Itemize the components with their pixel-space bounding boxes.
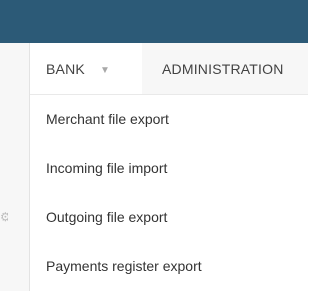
menu-item-merchant-file-export[interactable]: Merchant file export xyxy=(30,95,308,144)
menu-item-outgoing-file-export[interactable]: Outgoing file export xyxy=(30,193,308,242)
left-sidebar: ⚙ xyxy=(0,43,30,291)
menu-item-incoming-file-import[interactable]: Incoming file import xyxy=(30,144,308,193)
bank-dropdown-menu: Merchant file export Incoming file impor… xyxy=(30,95,308,291)
nav-administration-menu[interactable]: ADMINISTRATION xyxy=(162,43,284,94)
main-navigation: BANK ▼ ADMINISTRATION xyxy=(30,43,308,95)
app-window: ⚙ BANK ▼ ADMINISTRATION Merchant file ex… xyxy=(0,0,308,291)
nav-bank-menu[interactable]: BANK ▼ xyxy=(30,43,142,94)
chevron-down-icon: ▼ xyxy=(100,65,111,76)
menu-item-payments-register-export[interactable]: Payments register export xyxy=(30,242,308,291)
nav-bank-label: BANK xyxy=(46,61,85,77)
nav-administration-label: ADMINISTRATION xyxy=(162,61,284,77)
top-header-bar xyxy=(0,0,308,43)
gear-icon[interactable]: ⚙ xyxy=(0,210,8,224)
